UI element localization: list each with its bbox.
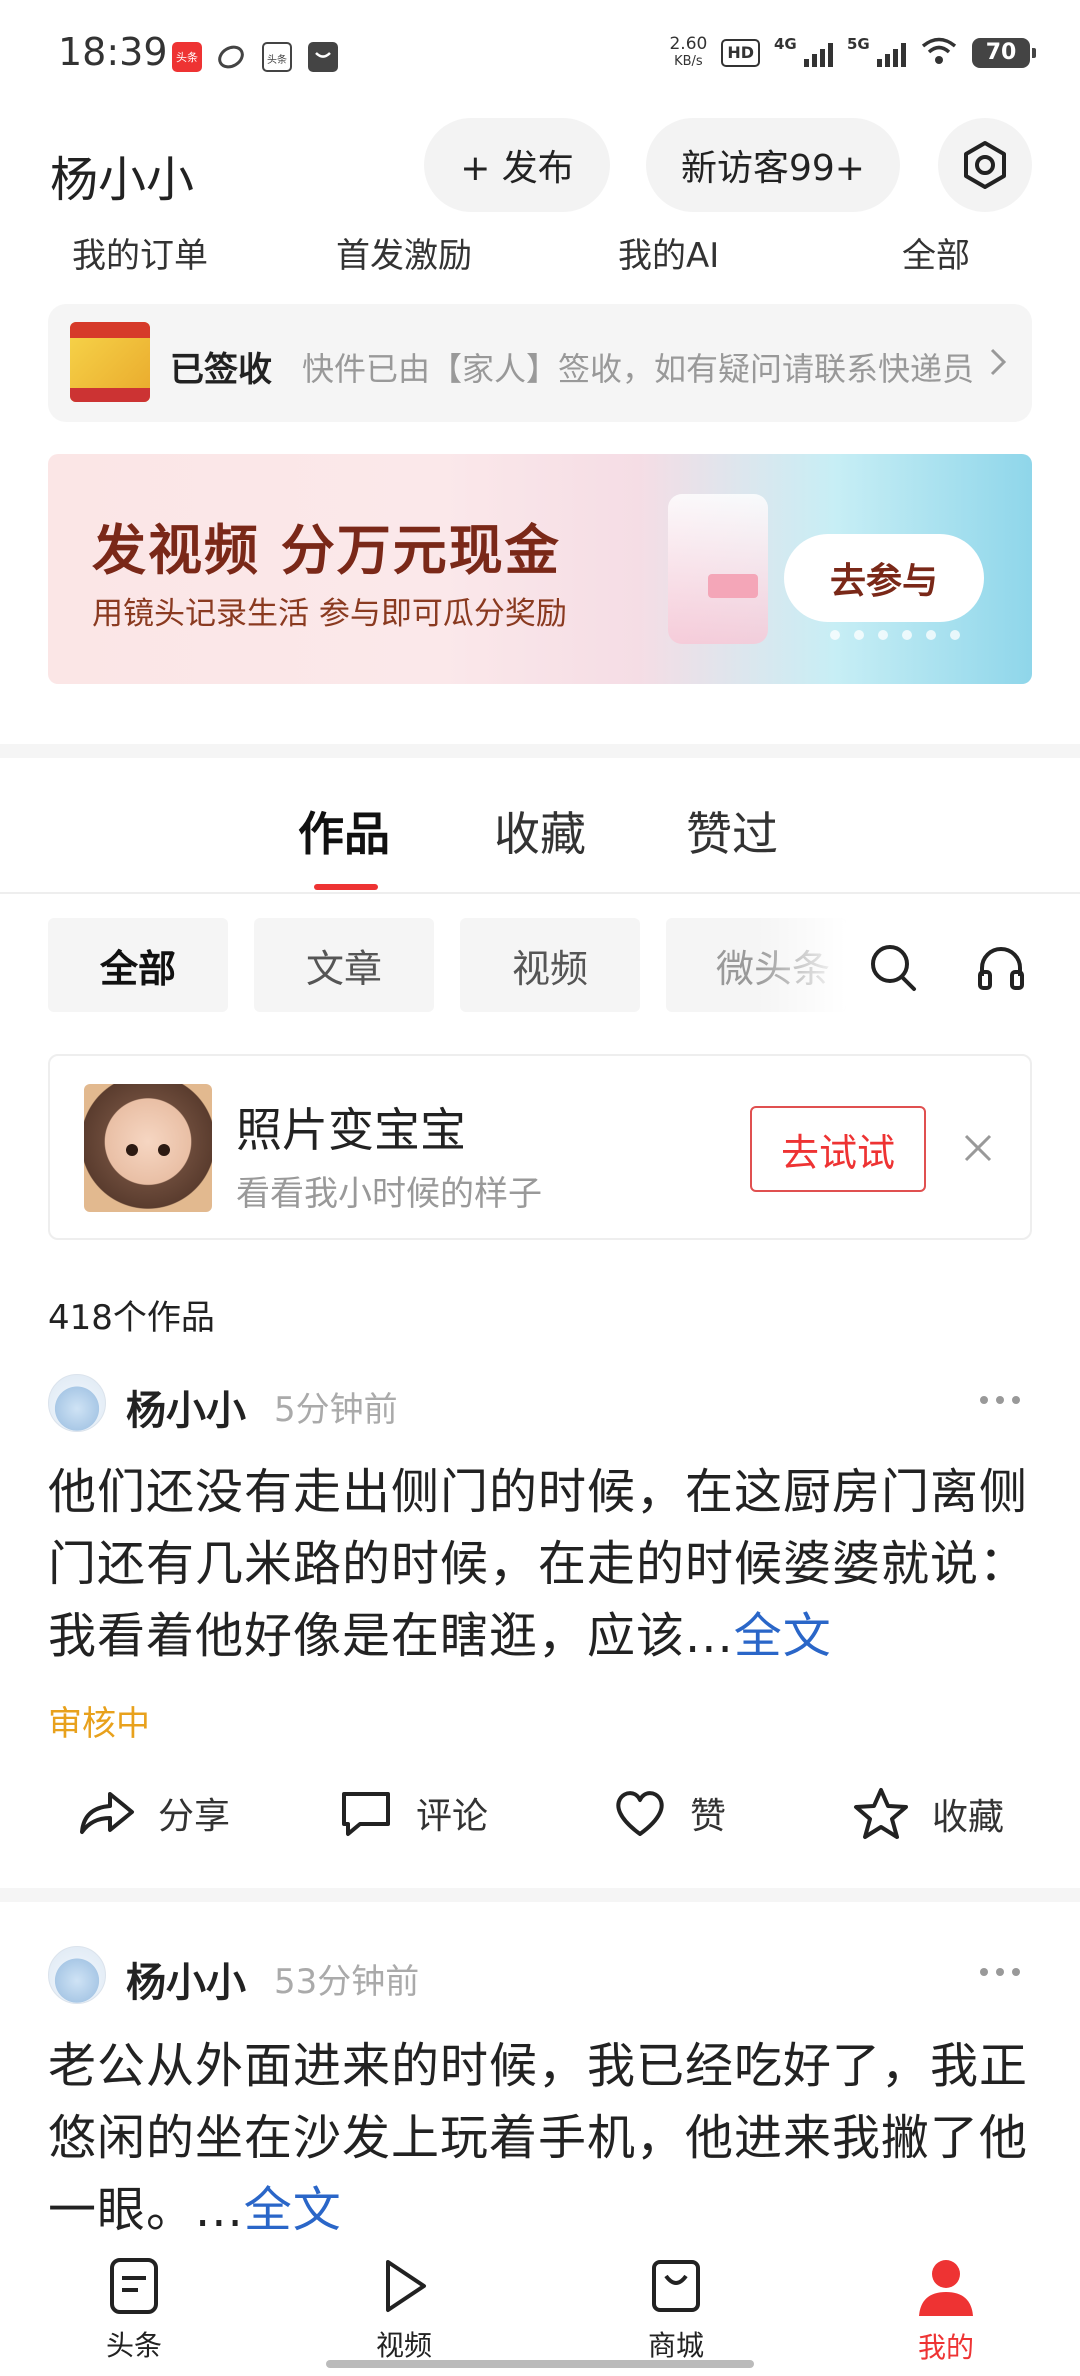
article-icon — [110, 2258, 158, 2314]
tab-active-indicator — [314, 884, 378, 890]
toutiao-notification-icon: 头条 — [172, 42, 202, 72]
nav-headlines[interactable]: 头条 — [64, 2256, 204, 2364]
post-author[interactable]: 杨小小 — [126, 1378, 246, 1436]
status-bar: 18:39 头条 头条 2.60 KB/s HD 4G 5G 70 — [0, 0, 1080, 110]
post-separator — [0, 1888, 1080, 1902]
delivery-notice[interactable]: 已签收 快件已由【家人】签收，如有疑问请联系快递员 — [48, 304, 1032, 422]
profile-icon — [919, 2260, 973, 2316]
read-more-link[interactable]: 全文 — [734, 1608, 832, 1664]
like-button[interactable]: 赞 — [612, 1786, 726, 1840]
comment-icon — [342, 1792, 390, 1836]
section-divider — [0, 744, 1080, 758]
heart-icon — [616, 1791, 664, 1836]
nav-label: 视频 — [375, 2329, 432, 2362]
delivery-status: 已签收 — [170, 350, 272, 390]
banner-decoration-2 — [708, 574, 758, 598]
battery-icon: 70 — [972, 38, 1036, 68]
promo-title: 照片变宝宝 — [236, 1103, 466, 1157]
post-time: 5分钟前 — [274, 1390, 398, 1430]
nav-label: 我的 — [917, 2331, 974, 2364]
quicknav-all[interactable]: 全部 — [902, 228, 970, 277]
nav-label: 头条 — [105, 2329, 162, 2362]
tabs-divider — [0, 892, 1080, 894]
status-time: 18:39 — [58, 30, 168, 74]
chevron-right-icon — [990, 348, 1007, 376]
promo-banner[interactable]: 发视频 分万元现金 用镜头记录生活 参与即可瓜分奖励 去参与 — [48, 454, 1032, 684]
signal-icon-4g: 4G — [774, 35, 833, 67]
more-options-icon[interactable] — [978, 1962, 1022, 1982]
net-speed: 2.60 KB/s — [669, 34, 708, 70]
post-author[interactable]: 杨小小 — [126, 1950, 246, 2008]
close-icon[interactable] — [956, 1126, 1000, 1170]
review-status: 审核中 — [48, 1704, 150, 1744]
comment-button[interactable]: 评论 — [338, 1786, 488, 1840]
signal-icon-5g: 5G — [847, 35, 906, 67]
quicknav-my-ai[interactable]: 我的AI — [618, 228, 719, 277]
filter-micro-posts[interactable]: 微头条 — [666, 918, 846, 1012]
favorite-button[interactable]: 收藏 — [852, 1786, 1004, 1842]
nav-label: 商城 — [647, 2329, 704, 2362]
delivery-description: 快件已由【家人】签收，如有疑问请联系快递员 — [302, 350, 975, 388]
try-it-button[interactable]: 去试试 — [750, 1106, 926, 1192]
tab-works[interactable]: 作品 — [298, 798, 390, 864]
nav-profile[interactable]: 我的 — [876, 2256, 1016, 2366]
comment-label: 评论 — [416, 1796, 489, 1837]
tab-favorites[interactable]: 收藏 — [494, 798, 586, 864]
wifi-icon — [920, 36, 958, 70]
banner-page-dots — [830, 630, 960, 640]
search-button[interactable] — [866, 940, 920, 998]
works-count: 418个作品 — [48, 1298, 215, 1338]
profile-username: 杨小小 — [50, 152, 195, 208]
banner-decoration — [668, 494, 768, 644]
filter-videos[interactable]: 视频 — [460, 918, 640, 1012]
search-icon — [871, 945, 916, 991]
filter-all[interactable]: 全部 — [48, 918, 228, 1012]
post-text: 他们还没有走出侧门的时候，在这厨房门离侧门还有几米路的时候，在走的时候婆婆就说：… — [48, 1464, 1029, 1664]
post-text: 老公从外面进来的时候，我已经吃好了，我正悠闲的坐在沙发上玩着手机，他进来我撇了他… — [48, 2038, 1029, 2238]
banner-headline: 发视频 分万元现金 — [92, 519, 561, 582]
gear-icon — [964, 141, 1006, 189]
share-label: 分享 — [158, 1796, 231, 1837]
post-time: 53分钟前 — [274, 1962, 420, 2002]
bottom-navigation: 头条 视频 商城 我的 — [0, 2236, 1080, 2376]
nav-videos[interactable]: 视频 — [334, 2256, 474, 2364]
message-notification-icon — [308, 42, 338, 72]
publish-button[interactable]: + 发布 — [424, 118, 610, 212]
filter-articles[interactable]: 文章 — [254, 918, 434, 1012]
gesture-bar — [326, 2360, 754, 2368]
banner-join-button[interactable]: 去参与 — [784, 534, 984, 622]
headphones-icon — [978, 947, 1024, 990]
toutiao-notification-icon-2: 头条 — [262, 42, 292, 72]
post-body[interactable]: 老公从外面进来的时候，我已经吃好了，我正悠闲的坐在沙发上玩着手机，他进来我撇了他… — [48, 2030, 1038, 2246]
post-body[interactable]: 他们还没有走出侧门的时候，在这厨房门离侧门还有几米路的时候，在走的时候婆婆就说：… — [48, 1456, 1038, 1672]
tab-liked[interactable]: 赞过 — [686, 798, 778, 864]
avatar[interactable] — [48, 1374, 106, 1432]
photo-to-baby-card[interactable]: 照片变宝宝 看看我小时候的样子 去试试 — [48, 1054, 1032, 1240]
star-icon — [854, 1788, 908, 1839]
quicknav-my-orders[interactable]: 我的订单 — [72, 228, 208, 277]
nav-mall[interactable]: 商城 — [606, 2256, 746, 2364]
quicknav-first-post-reward[interactable]: 首发激励 — [336, 228, 472, 277]
more-options-icon[interactable] — [978, 1390, 1022, 1410]
play-icon — [386, 2260, 426, 2312]
favorite-label: 收藏 — [932, 1797, 1005, 1838]
avatar[interactable] — [48, 1946, 106, 2004]
status-right: 2.60 KB/s HD 4G 5G 70 — [669, 34, 1036, 70]
promo-subtitle: 看看我小时候的样子 — [236, 1174, 542, 1214]
read-more-link[interactable]: 全文 — [244, 2182, 342, 2238]
headphones-button[interactable] — [974, 940, 1028, 998]
new-visitors-button[interactable]: 新访客99+ — [646, 118, 900, 212]
baby-photo-thumbnail — [84, 1084, 212, 1212]
hd-icon: HD — [721, 39, 760, 67]
app-notification-icon — [216, 42, 246, 72]
banner-subline: 用镜头记录生活 参与即可瓜分奖励 — [92, 596, 567, 632]
like-label: 赞 — [690, 1796, 727, 1837]
shopping-bag-icon — [652, 2260, 700, 2312]
share-icon — [80, 1792, 134, 1834]
settings-button[interactable] — [938, 118, 1032, 212]
share-button[interactable]: 分享 — [76, 1786, 230, 1840]
product-thumbnail — [70, 322, 150, 402]
